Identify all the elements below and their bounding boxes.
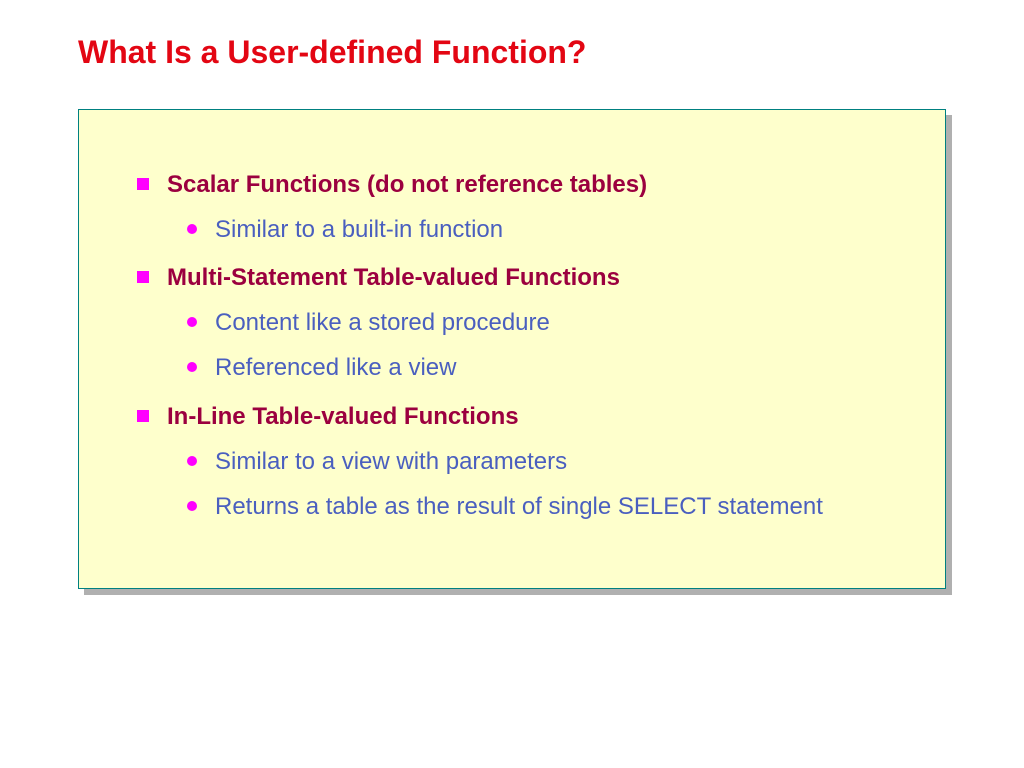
list-item-heading: Multi-Statement Table-valued Functions — [167, 263, 620, 293]
main-list: Scalar Functions (do not reference table… — [137, 170, 905, 522]
sub-list: Content like a stored procedure Referenc… — [187, 307, 905, 383]
sub-list-item: Similar to a built-in function — [187, 214, 905, 245]
sub-list-item: Referenced like a view — [187, 352, 905, 383]
round-bullet-icon — [187, 456, 197, 466]
sub-list: Similar to a view with parameters Return… — [187, 446, 905, 522]
sub-list-item-text: Referenced like a view — [215, 352, 456, 383]
list-item: In-Line Table-valued Functions — [137, 402, 905, 432]
content-box: Scalar Functions (do not reference table… — [78, 109, 946, 589]
sub-list-item: Returns a table as the result of single … — [187, 491, 905, 522]
content-box-shadow: Scalar Functions (do not reference table… — [78, 109, 946, 589]
slide-title: What Is a User-defined Function? — [78, 34, 946, 71]
sub-list-item: Content like a stored procedure — [187, 307, 905, 338]
round-bullet-icon — [187, 362, 197, 372]
round-bullet-icon — [187, 317, 197, 327]
round-bullet-icon — [187, 501, 197, 511]
sub-list-item-text: Content like a stored procedure — [215, 307, 550, 338]
sub-list-item-text: Similar to a view with parameters — [215, 446, 567, 477]
square-bullet-icon — [137, 271, 149, 283]
slide: What Is a User-defined Function? Scalar … — [0, 0, 1024, 768]
list-item: Multi-Statement Table-valued Functions — [137, 263, 905, 293]
sub-list: Similar to a built-in function — [187, 214, 905, 245]
square-bullet-icon — [137, 410, 149, 422]
sub-list-item-text: Similar to a built-in function — [215, 214, 503, 245]
sub-list-item: Similar to a view with parameters — [187, 446, 905, 477]
sub-list-item-text: Returns a table as the result of single … — [215, 491, 823, 522]
list-item-heading: In-Line Table-valued Functions — [167, 402, 519, 432]
list-item: Scalar Functions (do not reference table… — [137, 170, 905, 200]
list-item-heading: Scalar Functions (do not reference table… — [167, 170, 647, 200]
round-bullet-icon — [187, 224, 197, 234]
square-bullet-icon — [137, 178, 149, 190]
